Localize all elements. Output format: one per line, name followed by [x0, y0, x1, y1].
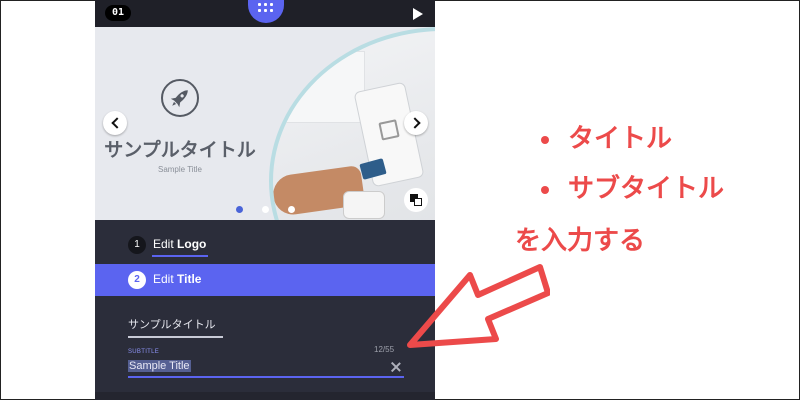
bullet-marker [541, 186, 549, 194]
step-number: 1 [128, 236, 146, 254]
slide-subtitle: Sample Title [157, 165, 203, 174]
bottom-strip [95, 392, 435, 400]
annotation-caption: を入力する [515, 226, 646, 256]
step-label: Title [177, 272, 202, 286]
pagination-dot-1[interactable] [236, 206, 243, 213]
play-icon[interactable] [413, 8, 423, 20]
chevron-right-icon [409, 117, 421, 129]
subtitle-field-label: SUBTITLE [128, 349, 160, 355]
character-counter: 12/55 [374, 345, 395, 354]
step-edit-title[interactable]: 2 Edit Title [95, 264, 435, 296]
subtitle-input-value[interactable]: Sample Title [128, 360, 191, 372]
editor-panel: 01 サンプルタイトル Sample Title 1 Edit Logo 2 E… [95, 0, 435, 400]
step-underline [152, 255, 208, 257]
step-label: Logo [177, 237, 207, 251]
step-number: 2 [128, 271, 146, 289]
pagination-dot-3[interactable] [288, 206, 295, 213]
step-edit-logo[interactable]: 1 Edit Logo [95, 229, 435, 261]
annotation-arrow [407, 264, 550, 348]
bullet-marker [541, 136, 549, 144]
grid-menu-button[interactable] [248, 0, 284, 23]
annotation-bullet-1: タイトル [568, 124, 673, 154]
slide-number-badge: 01 [105, 5, 131, 21]
top-bar: 01 [95, 0, 435, 27]
annotation-bullet-2: サブタイトル [568, 174, 725, 204]
pagination-dot-2[interactable] [262, 206, 269, 213]
step-prefix: Edit [153, 237, 174, 251]
chevron-left-icon [111, 117, 123, 129]
slide-preview: サンプルタイトル Sample Title [95, 27, 435, 220]
subtitle-input[interactable]: Sample Title [128, 360, 404, 378]
grid-icon [258, 3, 274, 13]
step-prefix: Edit [153, 272, 174, 286]
title-input[interactable]: サンプルタイトル [128, 316, 223, 338]
slide-title: サンプルタイトル [104, 139, 256, 161]
previous-slide-button[interactable] [103, 111, 127, 135]
rocket-icon [161, 79, 199, 117]
next-slide-button[interactable] [404, 111, 428, 135]
replace-image-button[interactable] [404, 188, 428, 212]
